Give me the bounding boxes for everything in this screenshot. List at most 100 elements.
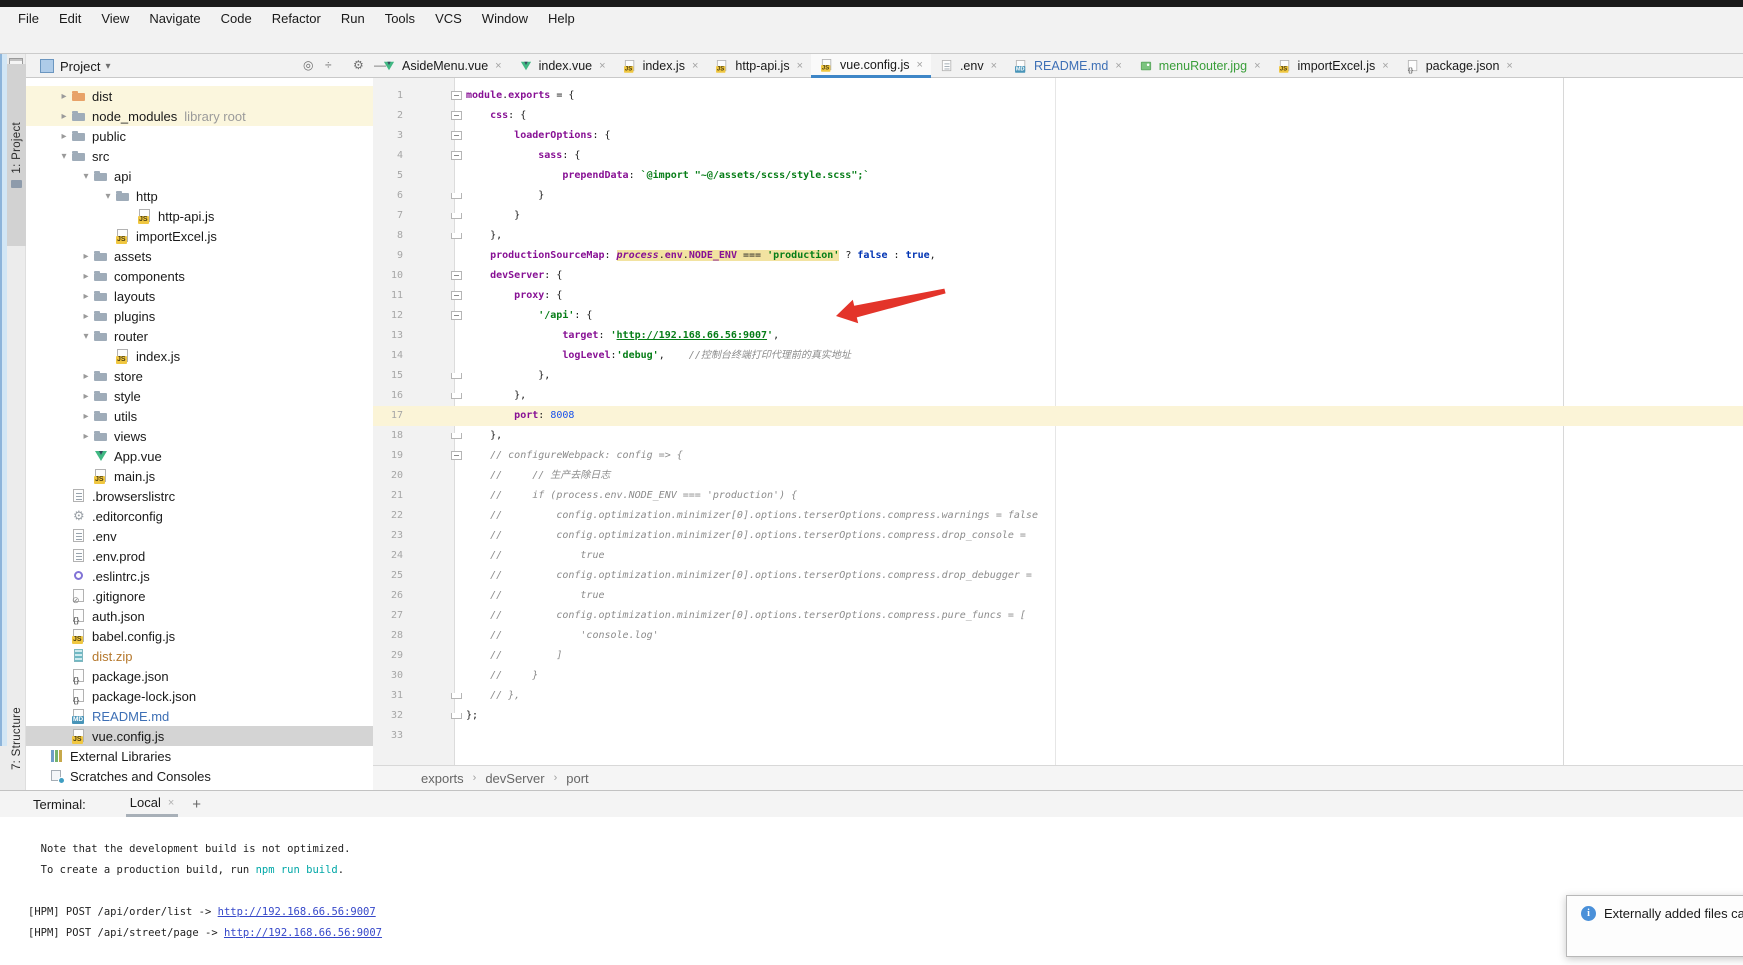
code-line[interactable]: 3 loaderOptions: { [373, 126, 1743, 146]
chevron-right-icon[interactable]: ▸ [79, 311, 93, 322]
chevron-right-icon[interactable]: ▸ [79, 271, 93, 282]
menu-tools[interactable]: Tools [375, 7, 425, 30]
tree-item-editorconfig[interactable]: .editorconfig [26, 506, 373, 526]
close-icon[interactable]: × [917, 59, 923, 71]
terminal-output[interactable]: Note that the development build is not o… [0, 817, 1743, 944]
tree-item-scratches-and-consoles[interactable]: Scratches and Consoles [26, 766, 373, 786]
chevron-right-icon[interactable]: ▸ [57, 91, 71, 102]
tree-item-public[interactable]: ▸public [26, 126, 373, 146]
code-line[interactable]: 31 // }, [373, 686, 1743, 706]
menu-edit[interactable]: Edit [49, 7, 91, 30]
code-line[interactable]: 18 }, [373, 426, 1743, 446]
code-line[interactable]: 10 devServer: { [373, 266, 1743, 286]
tree-item-dist-zip[interactable]: dist.zip [26, 646, 373, 666]
code-line[interactable]: 22 // config.optimization.minimizer[0].o… [373, 506, 1743, 526]
fold-marker[interactable] [451, 131, 462, 140]
tree-item-store[interactable]: ▸store [26, 366, 373, 386]
tab-package-json[interactable]: package.json× [1397, 54, 1521, 78]
close-icon[interactable]: × [168, 797, 174, 809]
tab-index-vue[interactable]: index.vue× [510, 54, 614, 78]
tree-item-auth-json[interactable]: auth.json [26, 606, 373, 626]
code-line[interactable]: 16 }, [373, 386, 1743, 406]
tree-item-vue-config-js[interactable]: vue.config.js [26, 726, 373, 746]
chevron-right-icon[interactable]: ▸ [57, 111, 71, 122]
locate-icon[interactable]: ◎ [303, 58, 313, 72]
code-line[interactable]: 13 target: 'http://192.168.66.56:9007', [373, 326, 1743, 346]
fold-marker[interactable] [451, 91, 462, 100]
code-line[interactable]: 11 proxy: { [373, 286, 1743, 306]
menu-navigate[interactable]: Navigate [139, 7, 210, 30]
code-line[interactable]: 23 // config.optimization.minimizer[0].o… [373, 526, 1743, 546]
tree-item-env-prod[interactable]: .env.prod [26, 546, 373, 566]
tree-item-app-vue[interactable]: App.vue [26, 446, 373, 466]
tab-asidemenu-vue[interactable]: AsideMenu.vue× [373, 54, 510, 78]
code-line[interactable]: 14 logLevel:'debug', //控制台终端打印代理前的真实地址 [373, 346, 1743, 366]
tree-item-package-lock-json[interactable]: package-lock.json [26, 686, 373, 706]
code-line[interactable]: 7 } [373, 206, 1743, 226]
chevron-right-icon[interactable]: ▸ [79, 411, 93, 422]
tool-window-structure-button[interactable]: 7: Structure [7, 691, 26, 787]
tab-env[interactable]: .env× [931, 54, 1005, 78]
code-line[interactable]: 9 productionSourceMap: process.env.NODE_… [373, 246, 1743, 266]
chevron-down-icon[interactable]: ▾ [79, 331, 93, 342]
tree-item-api[interactable]: ▾api [26, 166, 373, 186]
code-line[interactable]: 21 // if (process.env.NODE_ENV === 'prod… [373, 486, 1743, 506]
tree-item-env[interactable]: .env [26, 526, 373, 546]
chevron-right-icon[interactable]: ▸ [79, 251, 93, 262]
code-line[interactable]: 12 '/api': { [373, 306, 1743, 326]
tree-item-main-js[interactable]: main.js [26, 466, 373, 486]
menu-code[interactable]: Code [211, 7, 262, 30]
code-line[interactable]: 1module.exports = { [373, 86, 1743, 106]
tab-readme-md[interactable]: README.md× [1005, 54, 1130, 78]
code-editor[interactable]: 1module.exports = {2 css: {3 loaderOptio… [373, 78, 1743, 765]
close-icon[interactable]: × [991, 60, 997, 72]
terminal-link[interactable]: http://192.168.66.56:9007 [218, 906, 376, 918]
close-icon[interactable]: × [599, 60, 605, 72]
tree-item-assets[interactable]: ▸assets [26, 246, 373, 266]
close-icon[interactable]: × [1115, 60, 1121, 72]
fold-marker[interactable] [451, 693, 462, 699]
close-icon[interactable]: × [1254, 60, 1260, 72]
editor-breadcrumb-port[interactable]: port [566, 771, 588, 786]
code-line[interactable]: 33 [373, 726, 1743, 746]
fold-marker[interactable] [451, 451, 462, 460]
menu-window[interactable]: Window [472, 7, 538, 30]
tree-item-babel-config-js[interactable]: babel.config.js [26, 626, 373, 646]
chevron-right-icon[interactable]: ▸ [79, 371, 93, 382]
code-line[interactable]: 19 // configureWebpack: config => { [373, 446, 1743, 466]
code-line[interactable]: 28 // 'console.log' [373, 626, 1743, 646]
tab-vue-config-js[interactable]: vue.config.js× [811, 54, 931, 78]
chevron-right-icon[interactable]: ▸ [79, 391, 93, 402]
tree-item-package-json[interactable]: package.json [26, 666, 373, 686]
tab-importexcel-js[interactable]: importExcel.js× [1269, 54, 1397, 78]
tree-item-eslintrc-js[interactable]: .eslintrc.js [26, 566, 373, 586]
tab-http-api-js[interactable]: http-api.js× [706, 54, 811, 78]
tree-item-external-libraries[interactable]: External Libraries [26, 746, 373, 766]
terminal-link[interactable]: http://192.168.66.56:9007 [224, 927, 382, 939]
fold-marker[interactable] [451, 213, 462, 219]
tree-item-src[interactable]: ▾src [26, 146, 373, 166]
close-icon[interactable]: × [797, 60, 803, 72]
code-line[interactable]: 5 prependData: `@import "~@/assets/scss/… [373, 166, 1743, 186]
menu-vcs[interactable]: VCS [425, 7, 472, 30]
fold-marker[interactable] [451, 111, 462, 120]
new-terminal-icon[interactable]: + [192, 796, 201, 813]
fold-marker[interactable] [451, 311, 462, 320]
code-line[interactable]: 15 }, [373, 366, 1743, 386]
code-line[interactable]: 32}; [373, 706, 1743, 726]
menu-view[interactable]: View [91, 7, 139, 30]
menu-run[interactable]: Run [331, 7, 375, 30]
fold-marker[interactable] [451, 713, 462, 719]
menu-refactor[interactable]: Refactor [262, 7, 331, 30]
editor-breadcrumb-exports[interactable]: exports [421, 771, 464, 786]
tree-item-views[interactable]: ▸views [26, 426, 373, 446]
code-line[interactable]: 29 // ] [373, 646, 1743, 666]
close-icon[interactable]: × [1506, 60, 1512, 72]
code-line[interactable]: 27 // config.optimization.minimizer[0].o… [373, 606, 1743, 626]
chevron-down-icon[interactable]: ▾ [57, 151, 71, 162]
code-line[interactable]: 26 // true [373, 586, 1743, 606]
chevron-right-icon[interactable]: ▸ [79, 291, 93, 302]
code-line[interactable]: 17 port: 8008 [373, 406, 1743, 426]
collapse-all-icon[interactable]: ÷ [325, 58, 332, 72]
tree-item-layouts[interactable]: ▸layouts [26, 286, 373, 306]
